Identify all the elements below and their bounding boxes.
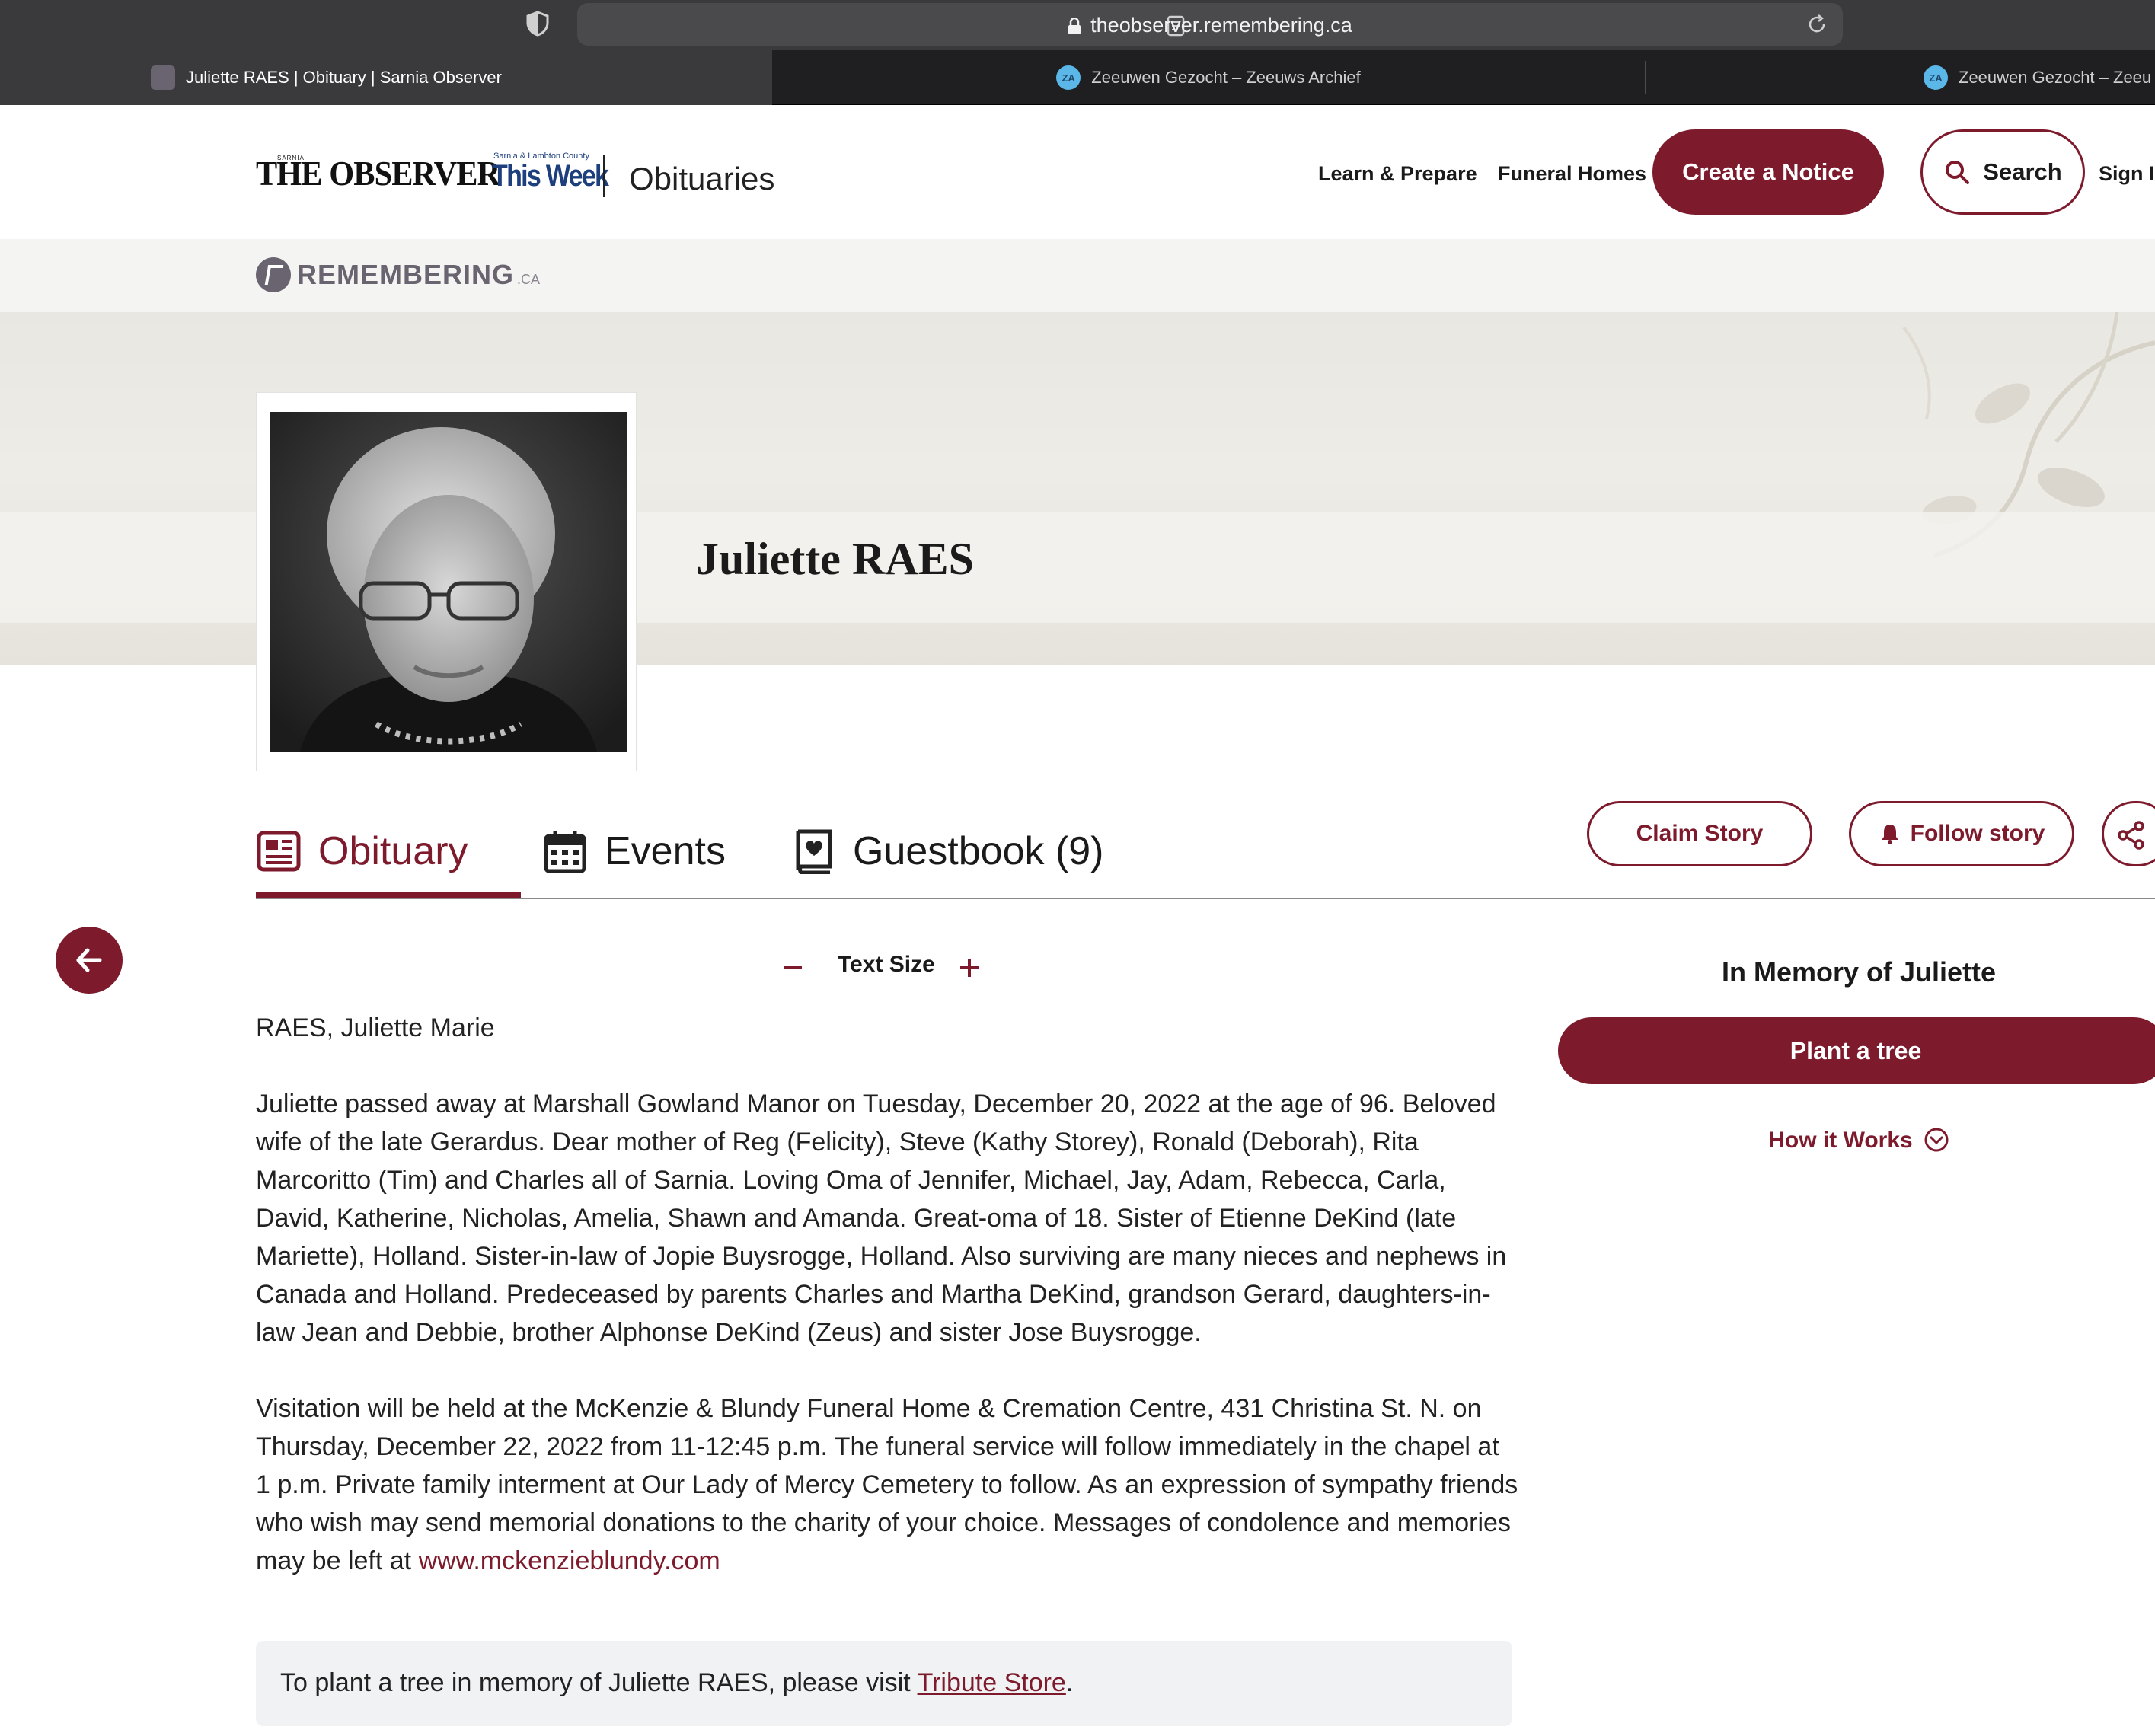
url-text: theobserver.remembering.ca — [577, 14, 1843, 37]
share-icon — [2118, 821, 2144, 850]
logo-this-week[interactable]: This Week — [492, 159, 609, 193]
follow-story-label: Follow story — [1910, 821, 2045, 846]
share-button[interactable] — [2102, 801, 2155, 866]
reload-icon[interactable] — [1806, 14, 1828, 35]
tab-title: Zeeuwen Gezocht – Zeeu — [1959, 68, 2152, 87]
zeeuws-archief-favicon-icon: ZA — [1056, 65, 1081, 90]
in-memory-title: In Memory of Juliette — [1721, 956, 1997, 988]
portrait-image — [270, 412, 627, 752]
plant-tree-button[interactable]: Plant a tree — [1558, 1017, 2155, 1084]
remembering-favicon-icon — [151, 65, 175, 90]
tab-obituary-label: Obituary — [318, 829, 468, 873]
remembering-logo[interactable]: REMEMBERING .CA — [256, 257, 540, 292]
tab-guestbook[interactable]: Guestbook (9) — [790, 806, 1104, 897]
site-header: SARNIA THE OBSERVER Sarnia & Lambton Cou… — [0, 106, 2155, 238]
sign-in-link[interactable]: Sign In — [2099, 162, 2155, 186]
decrease-text-size-icon[interactable] — [781, 956, 804, 979]
tabs-divider — [256, 898, 2155, 899]
chevron-down-circle-icon — [1924, 1128, 1949, 1152]
search-button[interactable]: Search — [1920, 129, 2085, 215]
newspaper-icon — [257, 831, 301, 872]
how-it-works-label: How it Works — [1768, 1128, 1913, 1153]
url-label: theobserver.remembering.ca — [1090, 14, 1352, 37]
lock-icon — [1068, 18, 1081, 34]
guestbook-heart-icon — [796, 829, 832, 874]
plant-tree-label: Plant a tree — [1789, 1036, 1922, 1064]
search-label: Search — [1983, 158, 2062, 185]
browser-tab-zeeuws-archief[interactable]: ZA Zeeuwen Gezocht – Zeeuws Archief — [772, 50, 1645, 105]
claim-story-button[interactable]: Claim Story — [1587, 801, 1812, 866]
tab-obituary[interactable]: Obituary — [256, 806, 468, 897]
tree-planting-note: To plant a tree in memory of Juliette RA… — [256, 1641, 1512, 1726]
browser-tab-zeeuws-archief-2[interactable]: ZA Zeeuwen Gezocht – Zeeu — [1646, 50, 2155, 105]
increase-text-size-icon[interactable] — [958, 956, 981, 979]
follow-story-button[interactable]: Follow story — [1849, 801, 2074, 866]
tab-title: Juliette RAES | Obituary | Sarnia Observ… — [186, 68, 502, 87]
portrait-photo[interactable] — [270, 412, 627, 752]
create-notice-button[interactable]: Create a Notice — [1652, 129, 1884, 215]
zeeuws-archief-favicon-icon: ZA — [1924, 65, 1948, 90]
back-button[interactable] — [56, 927, 123, 994]
create-notice-label: Create a Notice — [1682, 158, 1854, 185]
remembering-brand-strip: REMEMBERING .CA — [0, 239, 2155, 312]
search-icon — [1946, 161, 1970, 184]
nav-learn-prepare[interactable]: Learn & Prepare — [1318, 162, 1477, 186]
bell-icon — [1881, 825, 1898, 844]
logo-divider — [603, 155, 605, 197]
tree-note-text: To plant a tree in memory of Juliette RA… — [280, 1668, 911, 1697]
tab-events[interactable]: Events — [542, 806, 726, 897]
calendar-icon — [544, 831, 586, 873]
address-bar[interactable]: theobserver.remembering.ca — [577, 3, 1843, 46]
tab-guestbook-label: Guestbook (9) — [853, 829, 1104, 873]
text-size-label: Text Size — [838, 952, 935, 977]
deceased-name: Juliette RAES — [696, 534, 974, 584]
active-tab-indicator — [256, 892, 521, 898]
tab-title: Zeeuwen Gezocht – Zeeuws Archief — [1091, 68, 1361, 87]
remembering-wordmark: REMEMBERING — [297, 259, 515, 290]
browser-tab-obituary[interactable]: Juliette RAES | Obituary | Sarnia Observ… — [0, 50, 772, 105]
remembering-suffix: .CA — [517, 271, 541, 287]
obituary-paragraph: Visitation will be held at the McKenzie … — [256, 1390, 1520, 1580]
funeral-home-link[interactable]: www.mckenzieblundy.com — [419, 1546, 720, 1575]
section-title[interactable]: Obituaries — [629, 161, 774, 197]
obituary-paragraph: Juliette passed away at Marshall Gowland… — [256, 1090, 1507, 1347]
logo-the-observer[interactable]: THE OBSERVER — [256, 153, 500, 193]
nav-funeral-homes[interactable]: Funeral Homes — [1498, 162, 1646, 186]
obituary-heading: RAES, Juliette Marie — [256, 1013, 495, 1042]
shield-icon[interactable] — [525, 11, 550, 37]
tree-note-period: . — [1065, 1668, 1074, 1697]
tab-events-label: Events — [605, 829, 726, 873]
remembering-logo-icon — [256, 257, 291, 292]
how-it-works-toggle[interactable]: How it Works — [1558, 1127, 2155, 1154]
browser-toolbar: theobserver.remembering.ca — [0, 0, 2155, 50]
browser-tab-bar: Juliette RAES | Obituary | Sarnia Observ… — [0, 50, 2155, 105]
arrow-left-icon — [76, 948, 102, 972]
claim-story-label: Claim Story — [1636, 821, 1764, 846]
portrait-frame — [256, 392, 637, 771]
tribute-store-link[interactable]: Tribute Store — [918, 1668, 1066, 1697]
